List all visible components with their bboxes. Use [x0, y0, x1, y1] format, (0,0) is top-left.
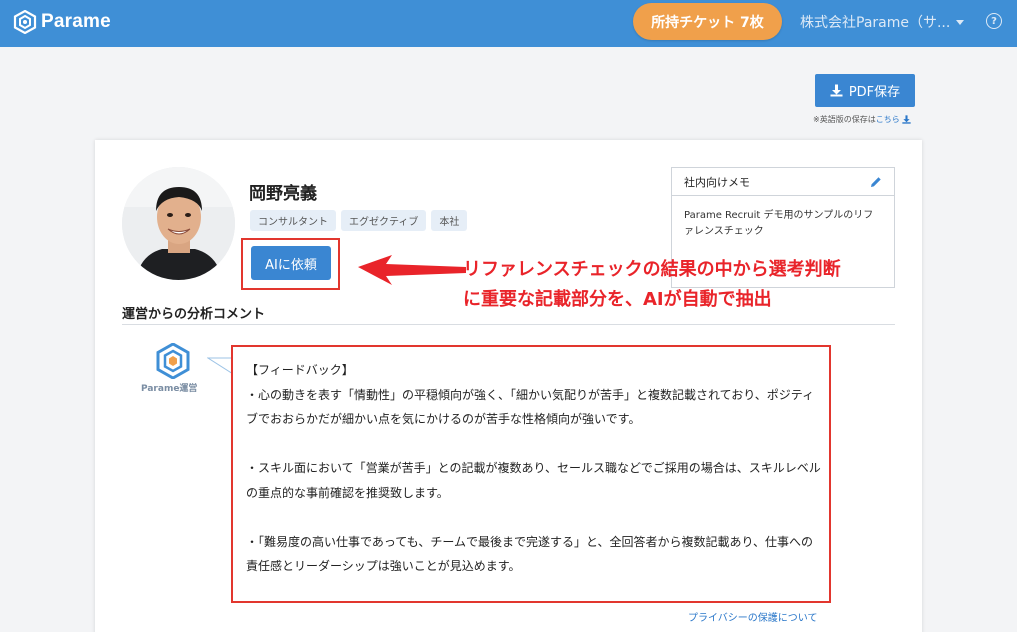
company-menu[interactable]: 株式会社Parame（サ...	[800, 12, 965, 32]
candidate-photo	[122, 167, 235, 280]
download-icon	[830, 84, 843, 97]
speech-bubble-tail	[207, 357, 233, 375]
divider	[122, 324, 895, 325]
download-icon[interactable]	[902, 115, 911, 124]
feedback-comment: 【フィードバック】 ・心の動きを表す「情動性」の平穏傾向が強く、「細かい気配りが…	[246, 358, 822, 579]
ai-request-button[interactable]: AIに依頼	[251, 246, 331, 280]
avatar	[122, 167, 235, 280]
tag: コンサルタント	[250, 210, 336, 231]
annotation-callout: リファレンスチェックの結果の中から選考判断 に重要な記載部分を、AIが自動で抽出	[463, 255, 841, 315]
memo-header: 社内向けメモ	[672, 168, 894, 196]
top-navigation-bar: Parame 所持チケット 7枚 株式会社Parame（サ... ?	[0, 0, 1017, 47]
pdf-save-button[interactable]: PDF保存	[815, 74, 915, 107]
feedback-paragraph: ・スキル面において「営業が苦手」との記載が複数あり、セールス職などでご採用の場合…	[246, 461, 821, 500]
memo-title: 社内向けメモ	[684, 175, 750, 189]
feedback-heading: 【フィードバック】	[246, 363, 354, 377]
app-logo-text: Parame	[41, 11, 111, 32]
pencil-icon[interactable]	[870, 176, 882, 188]
memo-text: Parame Recruit デモ用のサンプルのリファレンスチェック	[684, 210, 874, 237]
pdf-english-link[interactable]: こちら	[876, 114, 900, 125]
tag: エグゼクティブ	[341, 210, 427, 231]
app-logo[interactable]: Parame	[13, 10, 111, 34]
chevron-down-icon	[956, 19, 965, 25]
feedback-paragraph: ・「難易度の高い仕事であっても、チームで最後まで完遂する」と、全回答者から複数記…	[246, 534, 814, 574]
pdf-english-note: ※英語版の保存は こちら	[813, 114, 911, 125]
tickets-button[interactable]: 所持チケット 7枚	[633, 3, 782, 40]
help-icon[interactable]: ?	[986, 13, 1002, 29]
parame-logo-icon	[156, 343, 190, 379]
arrow-left-icon	[358, 255, 466, 285]
author-label: Parame運営	[141, 384, 198, 394]
annotation-line: リファレンスチェックの結果の中から選考判断	[463, 259, 841, 280]
privacy-link[interactable]: プライバシーの保護について	[688, 609, 818, 624]
section-title: 運営からの分析コメント	[122, 307, 266, 322]
annotation-line: に重要な記載部分を、AIが自動で抽出	[463, 289, 772, 310]
pdf-save-label: PDF保存	[848, 85, 901, 100]
parame-logo-icon	[13, 10, 37, 34]
pdf-note-text: ※英語版の保存は	[813, 115, 876, 124]
company-menu-label: 株式会社Parame（サ...	[800, 15, 951, 31]
candidate-tags: コンサルタント エグゼクティブ 本社	[250, 210, 472, 231]
tag: 本社	[431, 210, 468, 231]
feedback-paragraph: ・心の動きを表す「情動性」の平穏傾向が強く、「細かい気配りが苦手」と複数記載され…	[246, 387, 815, 427]
candidate-name: 岡野亮義	[249, 184, 317, 204]
